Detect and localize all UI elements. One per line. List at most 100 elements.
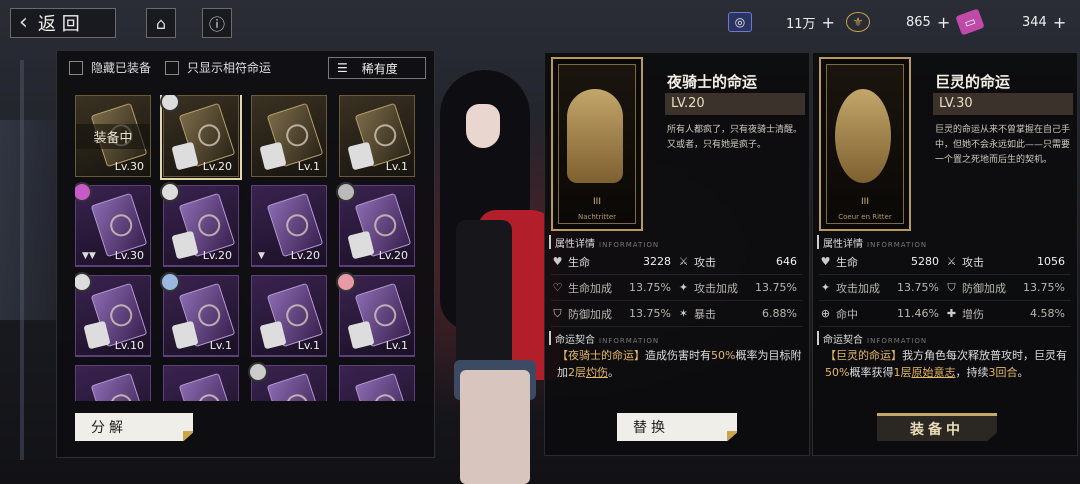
tarot-card-icon xyxy=(266,192,324,258)
background-panel xyxy=(0,120,60,320)
card-numeral: III xyxy=(593,197,601,207)
shield-icon: ⛉ xyxy=(947,280,956,294)
section-title: 属性详情 xyxy=(823,239,863,250)
rank-chevron-icon: ▼ xyxy=(258,251,265,261)
equipped-label: 装备中 xyxy=(910,421,964,438)
sword-icon: ⚔ xyxy=(946,255,957,268)
equipped-button[interactable]: 装备中 xyxy=(877,413,997,441)
stat-value: 11.46% xyxy=(897,307,939,320)
card-level: Lv.20 xyxy=(202,160,232,173)
atk-bonus-icon: ✦ xyxy=(820,281,831,294)
decompose-button[interactable]: 分解 xyxy=(75,413,193,441)
character-badge-icon xyxy=(75,182,92,202)
stat-name: 攻击 xyxy=(694,255,716,269)
currency-ring-icon: ◎ xyxy=(728,12,752,32)
hide-equipped-checkbox[interactable]: 隐藏已装备 xyxy=(69,59,151,76)
bond-prefix: 【夜骑士的命运】 xyxy=(557,349,645,362)
section-title-en: INFORMATION xyxy=(599,241,660,249)
equipment-card[interactable]: Lv.20 xyxy=(336,182,415,267)
matching-fate-checkbox[interactable]: 只显示相符命运 xyxy=(165,59,271,76)
equipment-card[interactable] xyxy=(248,362,327,401)
equipment-card[interactable]: 装备中 Lv.30 xyxy=(75,95,151,177)
equipment-card[interactable]: Lv.20 xyxy=(160,182,239,267)
equipment-card-selected[interactable]: Lv.20 xyxy=(160,95,242,180)
replace-button[interactable]: 替换 xyxy=(617,413,737,441)
sort-icon: ☰ xyxy=(337,61,348,75)
card-level: Lv.1 xyxy=(297,160,320,173)
stat-value: 13.75% xyxy=(629,307,671,320)
resource-emblem-plus[interactable]: + xyxy=(937,13,950,32)
back-chevron-icon: ‹ xyxy=(19,10,28,35)
character-portrait xyxy=(420,70,560,484)
card-level: Lv.20 xyxy=(290,249,320,262)
bond-text: 概率获得 xyxy=(849,366,894,379)
bond-text: ，持续 xyxy=(955,366,989,379)
fate-description: 巨灵的命运从来不曾掌握在自己手中，但她不会永远如此——只需要一个置之死地而后生的… xyxy=(935,125,1071,165)
stat-name: 防御加成 xyxy=(962,281,1006,295)
equipment-card[interactable]: Lv.1 xyxy=(160,272,239,357)
stat-value: 13.75% xyxy=(755,281,797,294)
ticket-icon: ▭ xyxy=(955,8,985,36)
character-badge-icon xyxy=(75,272,92,292)
tarot-card-icon xyxy=(266,372,324,401)
bond-keyword-link[interactable]: 原始意志 xyxy=(911,366,955,379)
stats-table: ♥ 生命 3228 ⚔ 攻击 646 ♡ 生命加成 13.75% ✦ 攻击加成 13.75% ⛉… xyxy=(551,249,803,327)
resource-ticket-plus[interactable]: + xyxy=(1053,13,1066,32)
heart-icon: ♥ xyxy=(820,255,831,268)
character-badge-icon xyxy=(248,362,268,382)
equipment-card[interactable]: Lv.1 xyxy=(339,95,415,177)
bond-keyword-link[interactable]: 灼伤 xyxy=(586,366,608,379)
fate-name: 夜骑士的命运 xyxy=(667,73,758,91)
section-title: 命运契合 xyxy=(555,335,595,346)
matching-fate-label: 只显示相符命运 xyxy=(187,61,272,75)
equipment-card[interactable] xyxy=(339,365,415,401)
resource-emblem-value: 865 xyxy=(906,14,931,30)
equipment-card[interactable]: Lv.1 xyxy=(251,275,327,357)
back-label: 返回 xyxy=(37,14,86,35)
sort-rarity-button[interactable]: ☰ 稀有度 xyxy=(328,57,426,79)
bond-section-header: 命运契合 INFORMATION xyxy=(549,331,660,346)
card-level: Lv.30 xyxy=(114,249,144,262)
equipment-card[interactable]: Lv.1 xyxy=(251,95,327,177)
bond-highlight: 50% xyxy=(825,366,850,379)
sword-icon: ⚔ xyxy=(678,255,689,268)
checkbox-box xyxy=(69,60,83,75)
equipment-card[interactable] xyxy=(163,365,239,401)
card-level: Lv.10 xyxy=(114,339,144,352)
stat-name: 生命 xyxy=(836,255,858,269)
target-icon: ⊕ xyxy=(820,307,831,320)
stat-name: 生命 xyxy=(568,255,590,269)
bond-description: 【夜骑士的命运】造成伤害时有50%概率为目标附加2层灼伤。 xyxy=(557,347,803,381)
stat-value: 4.58% xyxy=(1030,307,1065,320)
info-button[interactable]: ⓘ xyxy=(202,8,232,38)
fate-description: 所有人都疯了，只有夜骑士清醒。又或者，只有她是疯子。 xyxy=(667,125,803,150)
fleur-de-lis-icon: ⚜ xyxy=(846,12,870,32)
fate-card-art: III Coeur en Ritter xyxy=(819,57,911,231)
card-level: Lv.1 xyxy=(385,339,408,352)
home-button[interactable]: ⌂ xyxy=(146,8,176,38)
attribute-section-header: 属性详情 INFORMATION xyxy=(817,235,927,250)
fate-name: 巨灵的命运 xyxy=(935,73,1011,91)
stat-name: 攻击 xyxy=(962,255,984,269)
hp-bonus-icon: ♡ xyxy=(552,281,563,294)
resource-emblem: ⚜ 865 + xyxy=(846,10,950,34)
stat-value: 646 xyxy=(776,255,797,268)
equipment-card[interactable]: ▼▼ Lv.30 xyxy=(75,182,151,267)
resource-currency-plus[interactable]: + xyxy=(822,13,835,32)
stat-value: 13.75% xyxy=(629,281,671,294)
stat-value: 1056 xyxy=(1037,255,1065,268)
card-level: Lv.30 xyxy=(114,160,144,173)
fate-panel-equipped: III Coeur en Ritter 巨灵的命运 LV.30 巨灵的命运从来不… xyxy=(812,52,1078,456)
equipment-card[interactable]: Lv.10 xyxy=(75,272,151,357)
tarot-card-icon xyxy=(178,372,236,401)
equipment-card[interactable]: Lv.1 xyxy=(336,272,415,357)
bond-highlight: 50% xyxy=(711,349,736,362)
equipment-card[interactable] xyxy=(75,365,151,401)
character-badge-icon xyxy=(336,272,356,292)
back-button[interactable]: ‹ 返回 xyxy=(10,8,116,38)
equipped-tag: 装备中 xyxy=(76,124,150,149)
card-caption: Coeur en Ritter xyxy=(838,213,892,221)
section-title-en: INFORMATION xyxy=(599,337,660,345)
equipment-panel: 隐藏已装备 只显示相符命运 ☰ 稀有度 装备中 Lv.30 Lv.20 Lv.1 xyxy=(56,50,435,458)
equipment-card[interactable]: ▼ Lv.20 xyxy=(251,185,327,267)
